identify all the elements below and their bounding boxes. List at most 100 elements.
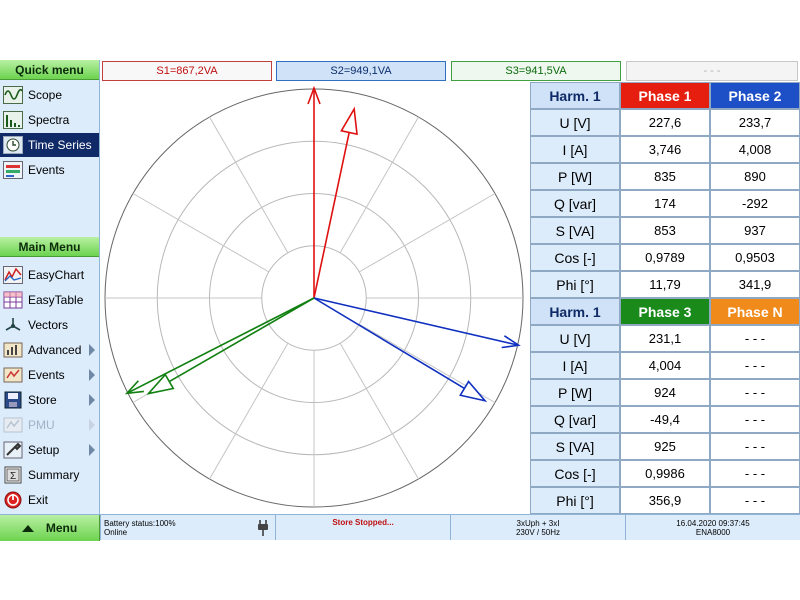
menu-item-label: EasyChart (28, 268, 85, 282)
row-label: P [W] (530, 163, 620, 190)
harmonic-order-header[interactable]: Harm. 1 (530, 82, 620, 109)
menu-item-label: Scope (28, 88, 63, 102)
phase-header[interactable]: Phase 2 (710, 82, 800, 109)
battery-text: Battery status:100% (104, 518, 176, 528)
menu-item-events-main[interactable]: Events (0, 363, 99, 387)
time-series-icon (2, 135, 24, 155)
store-status: Store Stopped... (275, 515, 450, 540)
vector-i2 (313, 297, 465, 390)
measurement-mode: 3xUph + 3xI 230V / 50Hz (450, 515, 625, 540)
app-screen: S1=867,2VA S2=949,1VA S3=941,5VA - - - Q… (0, 60, 800, 541)
menu-item-time-series[interactable]: Time Series (0, 133, 99, 157)
datetime-device: 16.04.2020 09:37:45 ENA8000 (625, 515, 800, 540)
row-label: U [V] (530, 109, 620, 136)
value-cell: 341,9 (710, 271, 800, 298)
value-cell: 233,7 (710, 109, 800, 136)
menu-item-exit[interactable]: Exit (0, 488, 99, 512)
menu-item-store[interactable]: Store (0, 388, 99, 412)
easytable-icon (2, 290, 24, 310)
vector-head-u3 (124, 380, 144, 395)
harmonic-order-header[interactable]: Harm. 1 (530, 298, 620, 325)
svg-text:Σ: Σ (10, 471, 16, 482)
menu-item-label: PMU (28, 418, 55, 432)
status-bar: Menu Battery status:100% Online Store St… (0, 514, 800, 541)
menu-button[interactable]: Menu (0, 515, 100, 541)
menu-item-label: Advanced (28, 343, 82, 357)
value-cell: 925 (620, 433, 710, 460)
spectra-icon (2, 110, 24, 130)
phasor-diagram (104, 85, 524, 508)
value-cell: 11,79 (620, 271, 710, 298)
menu-item-label: Store (28, 393, 57, 407)
events-icon (2, 365, 24, 385)
row-label: Cos [-] (530, 460, 620, 487)
value-cell: 4,004 (620, 352, 710, 379)
scope-icon (2, 85, 24, 105)
menu-item-label: Events (28, 163, 65, 177)
submenu-arrow-icon (89, 369, 95, 381)
menu-item-label: Setup (28, 443, 60, 457)
grid-spoke (358, 193, 496, 273)
battery-status: Battery status:100% Online (100, 515, 275, 540)
row-label: Phi [°] (530, 271, 620, 298)
menu-item-spectra[interactable]: Spectra (0, 108, 99, 132)
phase-header[interactable]: Phase 1 (620, 82, 710, 109)
setup-icon (2, 440, 24, 460)
menu-item-label: EasyTable (28, 293, 84, 307)
pmu-icon (2, 415, 24, 435)
value-cell: 924 (620, 379, 710, 406)
events-icon (2, 160, 24, 180)
quick-menu-header[interactable]: Quick menu (0, 60, 99, 80)
menu-item-easytable[interactable]: EasyTable (0, 288, 99, 312)
vector-i3 (168, 297, 315, 383)
row-label: S [VA] (530, 433, 620, 460)
exit-icon (2, 490, 24, 510)
menu-item-easychart[interactable]: EasyChart (0, 263, 99, 287)
s4-empty-readout: - - - (626, 61, 798, 81)
main-menu-header[interactable]: Main Menu (0, 237, 99, 257)
value-cell: - - - (710, 352, 800, 379)
row-label: Cos [-] (530, 244, 620, 271)
value-cell: 231,1 (620, 325, 710, 352)
mode-line-2: 230V / 50Hz (515, 527, 561, 537)
row-label: P [W] (530, 379, 620, 406)
vector-head-i1 (340, 106, 358, 136)
menu-item-label: Events (28, 368, 65, 382)
store-icon (2, 390, 24, 410)
menu-item-scope[interactable]: Scope (0, 83, 99, 107)
value-cell: 356,9 (620, 487, 710, 514)
menu-item-summary[interactable]: Σ Summary (0, 463, 99, 487)
easychart-icon (2, 265, 24, 285)
grid-spoke (339, 342, 419, 480)
value-cell: - - - (710, 379, 800, 406)
menu-item-advanced[interactable]: Advanced (0, 338, 99, 362)
vector-u2 (313, 297, 519, 347)
value-cell: 174 (620, 190, 710, 217)
menu-item-vectors[interactable]: Vectors (0, 313, 99, 337)
menu-item-events-quick[interactable]: Events (0, 158, 99, 182)
online-text: Online (104, 527, 128, 537)
menu-item-setup[interactable]: Setup (0, 438, 99, 462)
power-plug-icon (258, 520, 268, 536)
s2-apparent-power: S2=949,1VA (276, 61, 446, 81)
vectors-icon (2, 315, 24, 335)
menu-item-pmu[interactable]: PMU (0, 413, 99, 437)
menu-item-label: Summary (28, 468, 80, 482)
grid-spoke (209, 116, 289, 254)
sidebar: Quick menu Scope Spectra Time Series Eve… (0, 60, 100, 540)
menu-button-label: Menu (45, 521, 78, 535)
value-cell: 4,008 (710, 136, 800, 163)
row-label: Phi [°] (530, 487, 620, 514)
value-cell: 0,9789 (620, 244, 710, 271)
value-cell: 3,746 (620, 136, 710, 163)
value-cell: -292 (710, 190, 800, 217)
menu-item-label: Time Series (28, 138, 92, 152)
row-label: I [A] (530, 136, 620, 163)
value-cell: 937 (710, 217, 800, 244)
phase-header[interactable]: Phase N (710, 298, 800, 325)
value-cell: - - - (710, 460, 800, 487)
value-cell: 853 (620, 217, 710, 244)
device-name: ENA8000 (695, 527, 731, 537)
phase-header[interactable]: Phase 3 (620, 298, 710, 325)
row-label: Q [var] (530, 406, 620, 433)
